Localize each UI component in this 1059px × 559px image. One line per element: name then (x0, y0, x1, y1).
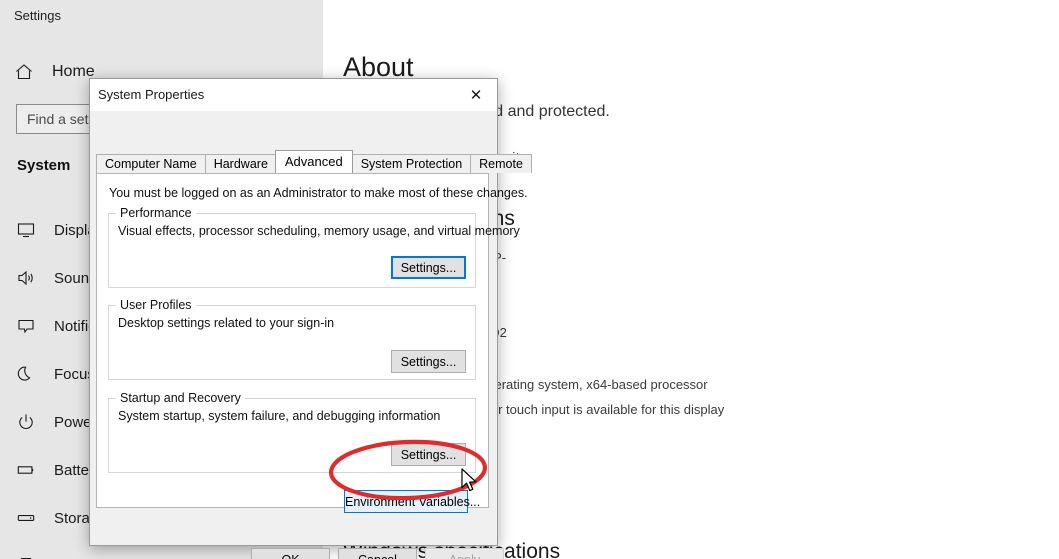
notifications-icon (14, 314, 38, 338)
close-icon[interactable]: ✕ (455, 79, 497, 110)
sound-icon (14, 266, 38, 290)
dialog-title: System Properties (98, 87, 205, 102)
startup-recovery-settings-button[interactable]: Settings... (391, 443, 466, 466)
environment-variables-button[interactable]: Environment Variables... (344, 490, 480, 513)
tablet-icon (14, 554, 38, 559)
administrator-note: You must be logged on as an Administrato… (109, 186, 528, 200)
user-profiles-groupbox: User Profiles Desktop settings related t… (108, 298, 476, 380)
power-icon (14, 410, 38, 434)
dialog-titlebar[interactable]: System Properties ✕ (90, 79, 497, 111)
tab-computer-name[interactable]: Computer Name (96, 154, 206, 173)
spec-line-system-type: operating system, x64-based processor (480, 377, 708, 392)
tab-hardware[interactable]: Hardware (204, 154, 277, 173)
display-icon (14, 218, 38, 242)
sidebar-item-home[interactable]: Home (12, 60, 95, 84)
startup-recovery-description: System startup, system failure, and debu… (118, 409, 441, 423)
performance-description: Visual effects, processor scheduling, me… (118, 224, 520, 238)
performance-groupbox: Performance Visual effects, processor sc… (108, 206, 520, 288)
advanced-tab-panel: You must be logged on as an Administrato… (96, 173, 528, 508)
spec-line-pen-and-touch: n or touch input is available for this d… (480, 402, 725, 417)
startup-recovery-groupbox: Startup and Recovery System startup, sys… (108, 391, 476, 473)
apply-button: Apply (425, 548, 504, 559)
settings-app-title: Settings (14, 8, 61, 23)
tab-remote[interactable]: Remote (470, 154, 532, 173)
tab-bar: Computer Name Hardware Advanced System P… (96, 150, 532, 173)
search-input-text: Find a set (27, 111, 89, 127)
user-profiles-description: Desktop settings related to your sign-in (118, 316, 335, 330)
focus-moon-icon (14, 362, 38, 386)
storage-icon (14, 506, 38, 530)
ok-button[interactable]: OK (251, 548, 330, 559)
tab-advanced[interactable]: Advanced (274, 150, 353, 173)
battery-icon (14, 458, 38, 482)
dialog-body: Computer Name Hardware Advanced System P… (90, 111, 532, 559)
screen: Settings Home Find a set System Display … (0, 0, 1059, 559)
cancel-button[interactable]: Cancel (338, 548, 417, 559)
home-icon (12, 60, 36, 84)
performance-settings-button[interactable]: Settings... (391, 256, 466, 279)
tab-system-protection[interactable]: System Protection (351, 154, 472, 173)
user-profiles-legend: User Profiles (116, 298, 196, 312)
performance-legend: Performance (116, 206, 196, 220)
startup-recovery-legend: Startup and Recovery (116, 391, 245, 405)
system-properties-dialog: System Properties ✕ Computer Name Hardwa… (89, 78, 532, 559)
user-profiles-settings-button[interactable]: Settings... (391, 350, 466, 373)
about-protected-line: red and protected. (480, 103, 610, 120)
sidebar-section-title: System (17, 157, 71, 174)
